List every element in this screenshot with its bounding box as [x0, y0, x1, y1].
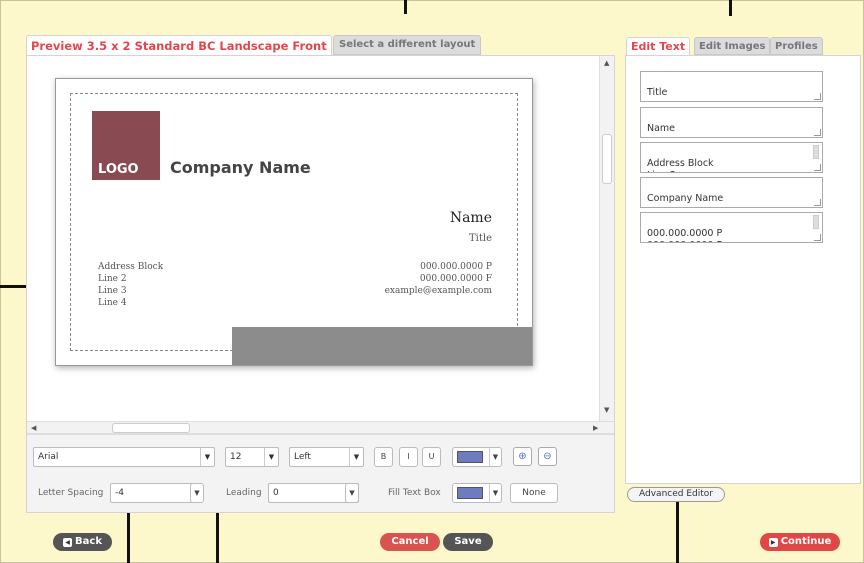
card-address-line[interactable]: Line 2	[98, 274, 127, 284]
continue-label: Continue	[780, 536, 832, 547]
leading-value: 0	[273, 488, 279, 498]
resize-grip-icon[interactable]	[814, 164, 821, 171]
company-name-field[interactable]: Company Name	[640, 177, 823, 208]
fill-color-picker[interactable]: ▼	[452, 483, 502, 503]
chevron-down-icon: ▼	[200, 448, 214, 466]
underline-button[interactable]: U	[422, 447, 441, 467]
back-label: Back	[75, 536, 102, 547]
scroll-right-icon[interactable]: ▶	[593, 424, 598, 432]
resize-grip-icon[interactable]	[814, 234, 821, 241]
card-address-line[interactable]: Line 3	[98, 286, 127, 296]
align-select[interactable]: Left ▼	[289, 447, 364, 467]
horizontal-scroll-thumb[interactable]	[112, 423, 190, 433]
chevron-down-icon: ▼	[489, 484, 501, 502]
name-field[interactable]: Name	[640, 107, 823, 138]
card-title[interactable]: Title	[469, 233, 492, 244]
font-size-value: 12	[230, 452, 242, 462]
chevron-down-icon: ▼	[489, 448, 501, 466]
cancel-label: Cancel	[391, 536, 429, 547]
preview-panel: LOGO Company Name Name Title Address Blo…	[26, 55, 615, 513]
title-field[interactable]: Title	[640, 71, 823, 102]
callout-line	[676, 497, 679, 563]
save-button[interactable]: Save	[443, 533, 493, 551]
font-select-value: Arial	[38, 452, 59, 462]
zoom-in-icon[interactable]: ⊕	[513, 447, 532, 466]
scroll-left-icon[interactable]: ◀	[31, 424, 36, 432]
leading-label: Leading	[226, 488, 262, 498]
callout-line	[729, 0, 732, 16]
tab-edit-text[interactable]: Edit Text	[626, 37, 691, 56]
address-field[interactable]: Address Block Line 2	[640, 142, 823, 173]
phone-field[interactable]: 000.000.0000 P 000.000.0000 F	[640, 212, 823, 243]
font-size-select[interactable]: 12 ▼	[225, 447, 279, 467]
logo-text: LOGO	[98, 162, 139, 177]
title-field-value: Title	[647, 87, 668, 98]
scroll-up-icon[interactable]: ▲	[604, 59, 609, 67]
letter-spacing-value: -4	[115, 488, 124, 498]
italic-button[interactable]: I	[399, 447, 418, 467]
back-button[interactable]: ◀ Back	[53, 533, 112, 551]
tab-preview[interactable]: Preview 3.5 x 2 Standard BC Landscape Fr…	[26, 35, 332, 57]
card-company-name[interactable]: Company Name	[170, 158, 311, 177]
resize-grip-icon[interactable]	[814, 93, 821, 100]
scroll-down-icon[interactable]: ▼	[604, 406, 609, 414]
callout-line	[216, 512, 219, 563]
company-field-value: Company Name	[647, 193, 724, 204]
fill-none-button[interactable]: None	[510, 483, 558, 503]
card-fax-line[interactable]: 000.000.0000 F	[420, 274, 492, 284]
name-field-value: Name	[647, 123, 676, 134]
address-field-value: Address Block Line 2	[647, 158, 714, 172]
phone-field-value: 000.000.0000 P 000.000.0000 F	[647, 228, 723, 242]
continue-button[interactable]: ▶ Continue	[760, 533, 840, 551]
chevron-down-icon: ▼	[349, 448, 363, 466]
text-color-swatch	[457, 451, 483, 463]
tab-profiles[interactable]: Profiles	[770, 37, 823, 55]
continue-arrow-icon: ▶	[768, 538, 778, 547]
card-phone-line[interactable]: 000.000.0000 P	[420, 262, 492, 272]
bold-button[interactable]: B	[374, 447, 393, 467]
align-value: Left	[294, 452, 311, 462]
tab-select-layout[interactable]: Select a different layout	[333, 35, 482, 55]
logo-image[interactable]: LOGO	[92, 111, 160, 180]
fill-color-swatch	[457, 487, 483, 499]
font-select[interactable]: Arial ▼	[33, 447, 215, 467]
card-address-line[interactable]: Line 4	[98, 298, 127, 308]
resize-grip-icon[interactable]	[814, 129, 821, 136]
card-gray-band	[232, 327, 532, 365]
text-color-picker[interactable]: ▼	[452, 447, 502, 467]
chevron-down-icon[interactable]: ▼	[345, 483, 359, 503]
edit-text-panel: Title Name Address Block Line 2 Company …	[625, 55, 861, 484]
field-scrollbar[interactable]	[813, 215, 819, 229]
fill-text-box-label: Fill Text Box	[388, 488, 441, 498]
chevron-down-icon[interactable]: ▼	[190, 483, 204, 503]
vertical-scrollbar[interactable]: ▲ ▼	[599, 56, 614, 430]
business-card[interactable]: LOGO Company Name Name Title Address Blo…	[55, 78, 533, 366]
cancel-button[interactable]: Cancel	[380, 533, 440, 551]
save-label: Save	[454, 536, 482, 547]
chevron-down-icon: ▼	[264, 448, 278, 466]
card-email-line[interactable]: example@example.com	[385, 286, 492, 296]
tab-edit-images[interactable]: Edit Images	[694, 37, 771, 55]
letter-spacing-label: Letter Spacing	[38, 488, 104, 498]
horizontal-scrollbar[interactable]: ◀ ▶	[27, 421, 614, 434]
card-name[interactable]: Name	[450, 210, 492, 226]
text-format-toolbar: Arial ▼ 12 ▼ Left ▼ B I U ▼ ⊕ ⊖ Letter S…	[27, 434, 614, 512]
field-scrollbar[interactable]	[813, 145, 819, 159]
vertical-scroll-thumb[interactable]	[602, 134, 612, 184]
zoom-out-icon[interactable]: ⊖	[538, 447, 557, 466]
back-arrow-icon: ◀	[63, 538, 73, 547]
design-canvas: LOGO Company Name Name Title Address Blo…	[27, 56, 599, 421]
advanced-editor-button[interactable]: Advanced Editor	[627, 487, 725, 502]
resize-grip-icon[interactable]	[814, 199, 821, 206]
card-address-line[interactable]: Address Block	[98, 262, 163, 272]
callout-line	[404, 0, 407, 14]
